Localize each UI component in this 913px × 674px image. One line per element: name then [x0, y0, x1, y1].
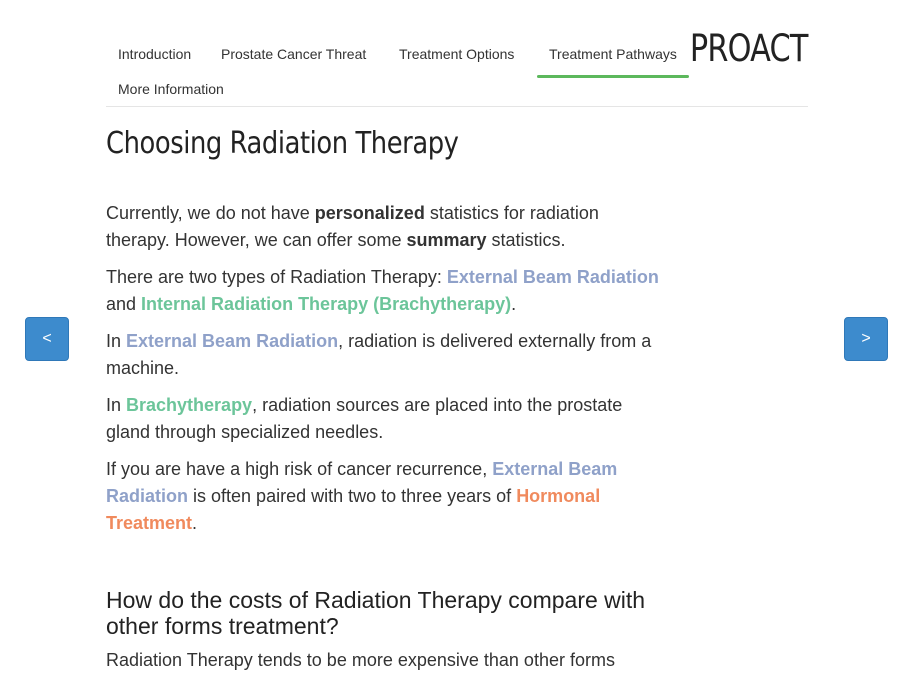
types-paragraph: There are two types of Radiation Therapy…	[106, 267, 659, 314]
nav-treatment-options[interactable]: Treatment Options	[387, 44, 526, 64]
costs-paragraph: Radiation Therapy tends to be more expen…	[106, 650, 615, 670]
brachytherapy-term: Internal Radiation Therapy (Brachytherap…	[141, 294, 512, 314]
external-beam-term: External Beam Radiation	[446, 267, 659, 287]
brachytherapy-term: Brachytherapy	[126, 395, 253, 415]
prev-page-button[interactable]: <	[25, 317, 69, 361]
main-content: Choosing Radiation Therapy Currently, we…	[106, 118, 666, 674]
intro-paragraph: Currently, we do not have personalized s…	[106, 203, 599, 250]
brachytherapy-paragraph: In Brachytherapy, radiation sources are …	[106, 395, 623, 442]
nav-more-information[interactable]: More Information	[106, 79, 236, 99]
costs-subheading: How do the costs of Radiation Therapy co…	[106, 587, 646, 639]
top-nav: Introduction Prostate Cancer Threat Trea…	[106, 27, 809, 107]
brand-logo: PROACT	[690, 27, 809, 70]
external-beam-paragraph: In External Beam Radiation, radiation is…	[106, 331, 652, 378]
high-risk-paragraph: If you are have a high risk of cancer re…	[106, 459, 618, 533]
nav-prostate-cancer-threat[interactable]: Prostate Cancer Threat	[209, 44, 378, 64]
nav-introduction[interactable]: Introduction	[106, 44, 203, 64]
external-beam-term: External Beam Radiation	[126, 331, 339, 351]
next-page-button[interactable]: >	[844, 317, 888, 361]
nav-treatment-pathways[interactable]: Treatment Pathways	[537, 44, 689, 78]
page-title: Choosing Radiation Therapy	[106, 126, 459, 161]
